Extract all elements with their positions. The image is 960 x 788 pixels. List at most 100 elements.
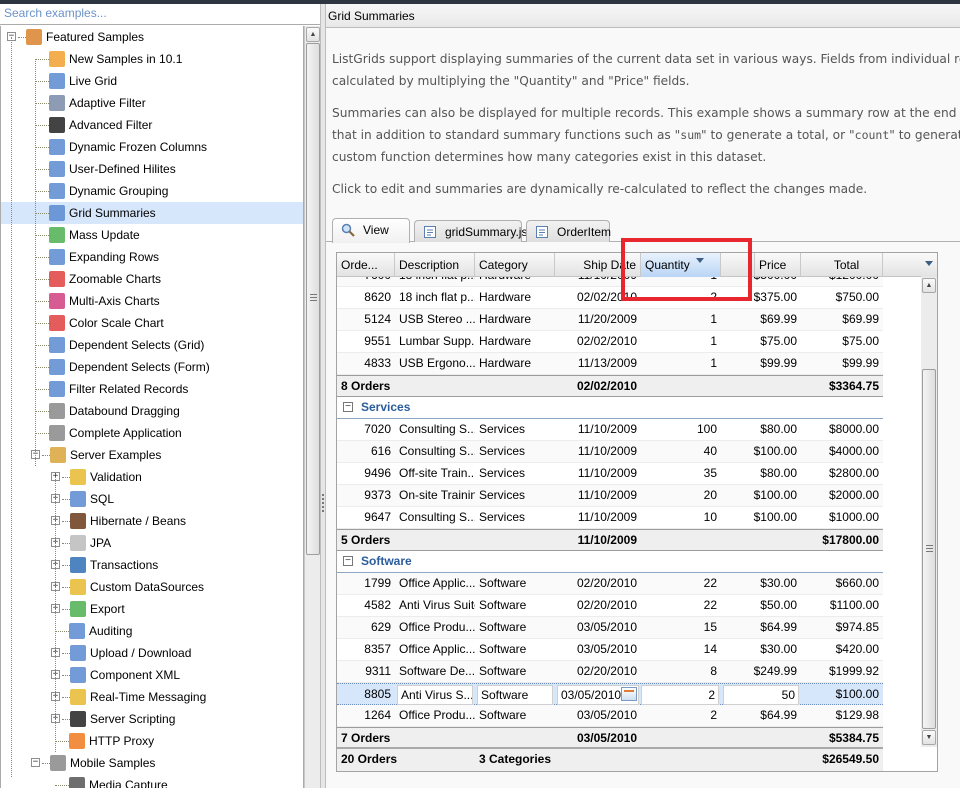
tree-item-databound-dragging[interactable]: Databound Dragging: [1, 400, 303, 422]
column-header-order[interactable]: Orde...: [337, 253, 395, 277]
table-row[interactable]: 9373 On-site Training Services 11/10/2009 20…: [337, 485, 883, 507]
table-row[interactable]: 629 Office Produ... Software 03/05/2010 15 $6…: [337, 617, 883, 639]
group-header-row[interactable]: − Software: [337, 551, 883, 573]
table-row[interactable]: 4833 USB Ergono... Hardware 11/13/2009 1 $99.…: [337, 353, 883, 375]
table-row[interactable]: 9551 Lumbar Supp... Hardware 02/02/2010 1 $75…: [337, 331, 883, 353]
date-picker-icon[interactable]: [621, 687, 637, 701]
tree-item-validation[interactable]: + Validation: [1, 466, 303, 488]
cell-order: 9373: [364, 488, 391, 502]
table-row[interactable]: 9647 Consulting S... Services 11/10/2009 10 $…: [337, 507, 883, 529]
tree-item-advanced-filter[interactable]: Advanced Filter: [1, 114, 303, 136]
tree-item-mass-update[interactable]: Mass Update: [1, 224, 303, 246]
cell-desc: Consulting S...: [399, 510, 475, 524]
price-editor[interactable]: 50: [723, 685, 799, 705]
column-header-price[interactable]: Price: [755, 253, 801, 277]
cell-desc: 18 inch flat p...: [395, 277, 475, 286]
tree-item-expanding-rows[interactable]: Expanding Rows: [1, 246, 303, 268]
cell-date: 02/20/2010: [576, 576, 637, 590]
tree-item-http-proxy[interactable]: HTTP Proxy: [1, 730, 303, 752]
tree-item-color-scale-chart[interactable]: Color Scale Chart: [1, 312, 303, 334]
cell-order: 1264: [364, 708, 391, 722]
tree-item-user-defined-hilites[interactable]: User-Defined Hilites: [1, 158, 303, 180]
cell-total: $420.00: [835, 642, 879, 656]
tab-orderitem[interactable]: OrderItem: [526, 220, 611, 242]
table-row[interactable]: 1799 Office Applic... Software 02/20/2010 22…: [337, 573, 883, 595]
table-row[interactable]: 9311 Software De... Software 02/20/2010 8 $24…: [337, 661, 883, 683]
scroll-down-button[interactable]: ▼: [922, 730, 936, 745]
tree-item-dynamic-grouping[interactable]: Dynamic Grouping: [1, 180, 303, 202]
mobile-icon: [50, 755, 66, 771]
cell-desc: Anti Virus Suite: [399, 598, 475, 612]
column-header-ship-date[interactable]: Ship Date: [555, 253, 641, 277]
bar-chart-icon: [49, 315, 65, 331]
tree-item-hibernate-beans[interactable]: + Hibernate / Beans: [1, 510, 303, 532]
column-header-blank[interactable]: [721, 253, 755, 277]
tree-item-jpa[interactable]: + JPA: [1, 532, 303, 554]
scroll-up-button[interactable]: ▲: [922, 278, 936, 293]
column-header-total[interactable]: Total: [801, 253, 883, 277]
tree-item-multi-axis-charts[interactable]: Multi-Axis Charts: [1, 290, 303, 312]
tree-item-dependent-selects-form[interactable]: Dependent Selects (Form): [1, 356, 303, 378]
cell-cat: Hardware: [475, 277, 555, 286]
tree-scrollbar[interactable]: ▲: [304, 26, 320, 788]
collapse-group-icon[interactable]: −: [343, 402, 353, 412]
cell-cat: Software: [479, 620, 527, 634]
scroll-thumb[interactable]: [306, 43, 320, 555]
category-editor[interactable]: Software: [477, 685, 553, 705]
column-header-category[interactable]: Category: [475, 253, 555, 277]
columns-icon: [69, 623, 85, 639]
header-menu-button[interactable]: [921, 253, 937, 277]
group-header-row[interactable]: − Services: [337, 397, 883, 419]
tree-item-server-scripting[interactable]: + Server Scripting: [1, 708, 303, 730]
table-row[interactable]: 9496 Off-site Train... Services 11/10/2009 3…: [337, 463, 883, 485]
column-header-description[interactable]: Description: [395, 253, 475, 277]
tree-item-new-samples-in-10-1[interactable]: New Samples in 10.1: [1, 48, 303, 70]
table-row[interactable]: 4582 Anti Virus Suite Software 02/20/2010 22…: [337, 595, 883, 617]
tree-item-zoomable-charts[interactable]: Zoomable Charts: [1, 268, 303, 290]
collapse-icon[interactable]: −: [31, 758, 40, 767]
collapse-group-icon[interactable]: −: [343, 556, 353, 566]
editing-row[interactable]: 8805 Anti Virus S... Software 03/05/2010 2 50…: [337, 683, 883, 705]
tree-item-dependent-selects-grid[interactable]: Dependent Selects (Grid): [1, 334, 303, 356]
grid-scrollbar[interactable]: ▲ ▼: [921, 277, 937, 747]
tree-item-featured-samples[interactable]: − Featured Samples: [1, 26, 303, 48]
cell-order: 8620: [364, 290, 391, 304]
description-editor[interactable]: Anti Virus S...: [397, 685, 473, 705]
table-row[interactable]: 8357 Office Applic... Software 03/05/2010 14…: [337, 639, 883, 661]
table-row[interactable]: 616 Consulting S... Services 11/10/2009 40 $1…: [337, 441, 883, 463]
tree-item-live-grid[interactable]: Live Grid: [1, 70, 303, 92]
tree-item-export[interactable]: + Export: [1, 598, 303, 620]
tree-item-upload-download[interactable]: + Upload / Download: [1, 642, 303, 664]
table-row[interactable]: 8620 18 inch flat p... Hardware 02/02/2010 2…: [337, 287, 883, 309]
line-chart-icon: [49, 293, 65, 309]
tree-item-mobile-samples[interactable]: − Mobile Samples: [1, 752, 303, 774]
tree-item-auditing[interactable]: Auditing: [1, 620, 303, 642]
quantity-editor[interactable]: 2: [641, 685, 719, 705]
tree-item-sql[interactable]: + SQL: [1, 488, 303, 510]
table-row[interactable]: 7020 Consulting S... Services 11/10/2009 100…: [337, 419, 883, 441]
scroll-thumb[interactable]: [922, 369, 936, 729]
table-row[interactable]: 1264 Office Produ... Software 03/05/2010 2 $6…: [337, 705, 883, 727]
tree-item-component-xml[interactable]: + Component XML: [1, 664, 303, 686]
tree-item-dynamic-frozen-columns[interactable]: Dynamic Frozen Columns: [1, 136, 303, 158]
tree-item-custom-datasources[interactable]: + Custom DataSources: [1, 576, 303, 598]
tree-item-transactions[interactable]: + Transactions: [1, 554, 303, 576]
scroll-up-button[interactable]: ▲: [306, 27, 320, 42]
lightning-icon: [70, 689, 86, 705]
tree-item-real-time-messaging[interactable]: + Real-Time Messaging: [1, 686, 303, 708]
table-row[interactable]: 5124 USB Stereo ... Hardware 11/20/2009 1 $69…: [337, 309, 883, 331]
tree-item-complete-application[interactable]: Complete Application: [1, 422, 303, 444]
table-row[interactable]: 760018 inch flat p...Hardware11/10/20091…: [337, 277, 883, 287]
tree-item-server-examples[interactable]: − Server Examples: [1, 444, 303, 466]
database-icon: [49, 403, 65, 419]
tree-item-media-capture[interactable]: Media Capture: [1, 774, 303, 788]
arrows-icon: [70, 601, 86, 617]
tree-item-adaptive-filter[interactable]: Adaptive Filter: [1, 92, 303, 114]
tree-item-filter-related-records[interactable]: Filter Related Records: [1, 378, 303, 400]
cell-qty: 100: [696, 422, 717, 436]
column-header-quantity[interactable]: Quantity: [641, 253, 721, 277]
tab-gridsummary-js[interactable]: gridSummary.js: [414, 220, 527, 242]
tab-view[interactable]: View: [332, 218, 410, 243]
tree-item-grid-summaries[interactable]: Grid Summaries: [1, 202, 303, 224]
search-examples-input[interactable]: Search examples...: [0, 4, 320, 25]
